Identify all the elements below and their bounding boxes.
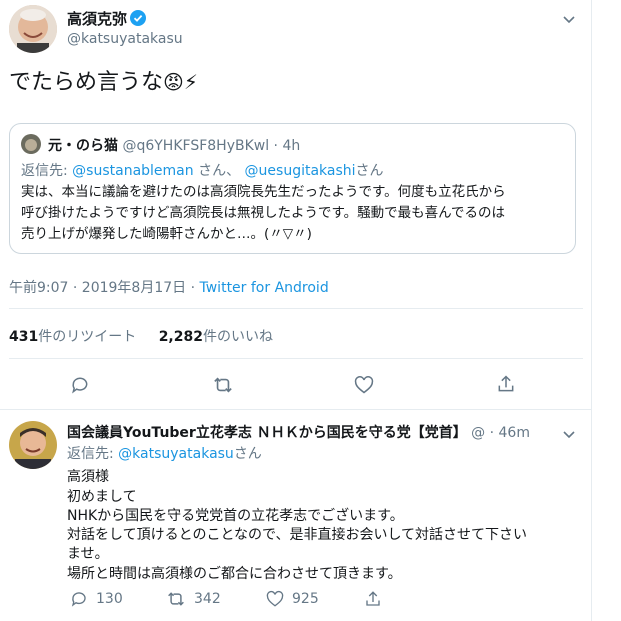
reply-body-line: ませ。 xyxy=(67,546,109,562)
reply-count: 130 xyxy=(96,591,123,607)
reply-icon[interactable] xyxy=(70,590,88,608)
divider xyxy=(9,358,583,359)
retweet-stat[interactable]: 431件のリツイート xyxy=(9,329,136,345)
retweet-action[interactable]: 342 xyxy=(166,590,221,608)
chevron-down-icon[interactable] xyxy=(562,10,576,29)
reply-reply-user[interactable]: @katsuyatakasu xyxy=(118,446,234,462)
tweet-stats: 431件のリツイート 2,282件のいいね xyxy=(9,326,273,346)
divider xyxy=(0,409,592,410)
quoted-reply-user1[interactable]: @sustanableman xyxy=(72,163,193,179)
quoted-body-line: 呼び掛けたようですけど高須院長は無視したようです。騒動で最も喜んでるのは xyxy=(21,205,505,221)
quoted-header: 元・のら猫 @q6YHKFSF8HyBKwl · 4h xyxy=(48,135,300,155)
share-icon[interactable] xyxy=(496,374,516,394)
quoted-reply-prefix: 返信先: xyxy=(21,163,73,179)
main-tweet-emoji: 😡⚡ xyxy=(163,70,198,94)
verified-badge-icon xyxy=(130,10,147,26)
retweet-icon[interactable] xyxy=(212,375,234,395)
share-icon[interactable] xyxy=(364,590,382,608)
tweet-timestamp-line: 午前9:07 · 2019年8月17日 · Twitter for Androi… xyxy=(9,277,329,297)
quoted-author-name: 元・のら猫 xyxy=(48,138,118,154)
like-action[interactable]: 925 xyxy=(266,590,319,608)
tweet-thread-panel: 高須克弥 @katsuyatakasu でたらめ言うな😡⚡ 元・のら猫 @q6Y… xyxy=(0,0,592,621)
like-stat[interactable]: 2,282件のいいね xyxy=(159,329,273,345)
reply-header: 国会議員YouTuber立花孝志 ＮＨＫから国民を守る党【党首】 @ · 46m xyxy=(67,422,530,442)
reply-body-line: 高須様 xyxy=(67,469,109,485)
reply-reply-prefix: 返信先: xyxy=(67,446,119,462)
quoted-body-line: 売り上げが爆発した崎陽軒さんかと…。(〃▽〃) xyxy=(21,226,312,242)
quoted-reply-suffix: さん xyxy=(355,163,384,179)
main-tweet-text-body: でたらめ言うな xyxy=(9,70,164,95)
main-author-name[interactable]: 高須克弥 xyxy=(67,8,147,29)
reply-body-line: 対話をして頂けるとのことなので、是非直接お会いして対話させて下さい xyxy=(67,527,528,543)
reply-author-handle[interactable]: @ xyxy=(471,425,485,441)
quoted-tweet-card[interactable]: 元・のら猫 @q6YHKFSF8HyBKwl · 4h 返信先: @sustan… xyxy=(9,123,576,254)
reply-icon[interactable] xyxy=(70,375,90,395)
retweet-count: 431 xyxy=(9,329,39,345)
quoted-reply-sep: さん、 xyxy=(193,163,245,179)
divider xyxy=(9,308,583,309)
quoted-author-handle: @q6YHKFSF8HyBKwl xyxy=(122,138,270,154)
retweet-count: 342 xyxy=(194,591,221,607)
reply-reply-suffix: さん xyxy=(233,446,262,462)
reply-time[interactable]: · 46m xyxy=(490,425,530,441)
like-label: 件のいいね xyxy=(202,329,273,345)
reply-body-line: 場所と時間は高須様のご都合に合わさせて頂きます。 xyxy=(67,566,402,582)
main-author-name-text[interactable]: 高須克弥 xyxy=(67,10,127,28)
quoted-reply-user2[interactable]: @uesugitakashi xyxy=(245,163,356,179)
quoted-author-avatar xyxy=(21,134,41,154)
tweet-source[interactable]: Twitter for Android xyxy=(200,280,329,296)
quoted-reply-line: 返信先: @sustanableman さん、 @uesugitakashiさん xyxy=(21,160,384,180)
chevron-down-icon[interactable] xyxy=(562,425,576,444)
retweet-label: 件のリツイート xyxy=(38,329,137,345)
reply-body-line: 初めまして xyxy=(67,489,137,505)
tweet-timestamp[interactable]: 午前9:07 · 2019年8月17日 · xyxy=(9,280,200,296)
quoted-body-line: 実は、本当に議論を避けたのは高須院長先生だったようです。何度も立花氏から xyxy=(21,184,506,200)
like-icon[interactable] xyxy=(354,375,374,395)
like-icon[interactable] xyxy=(266,590,284,608)
quoted-time: · 4h xyxy=(269,138,301,154)
like-count: 2,282 xyxy=(158,329,203,345)
reply-body-line: NHKから国民を守る党党首の立花孝志でございます。 xyxy=(67,508,404,524)
reply-author-name[interactable]: 国会議員YouTuber立花孝志 ＮＨＫから国民を守る党【党首】 xyxy=(67,425,467,441)
main-author-avatar[interactable] xyxy=(9,5,57,53)
main-tweet-text: でたらめ言うな😡⚡ xyxy=(9,64,198,96)
reply-author-avatar[interactable] xyxy=(9,421,57,469)
retweet-icon[interactable] xyxy=(166,590,186,608)
main-author-handle[interactable]: @katsuyatakasu xyxy=(67,31,183,47)
like-count: 925 xyxy=(292,591,319,607)
reply-action[interactable]: 130 xyxy=(70,590,123,608)
reply-reply-line: 返信先: @katsuyatakasuさん xyxy=(67,443,262,463)
